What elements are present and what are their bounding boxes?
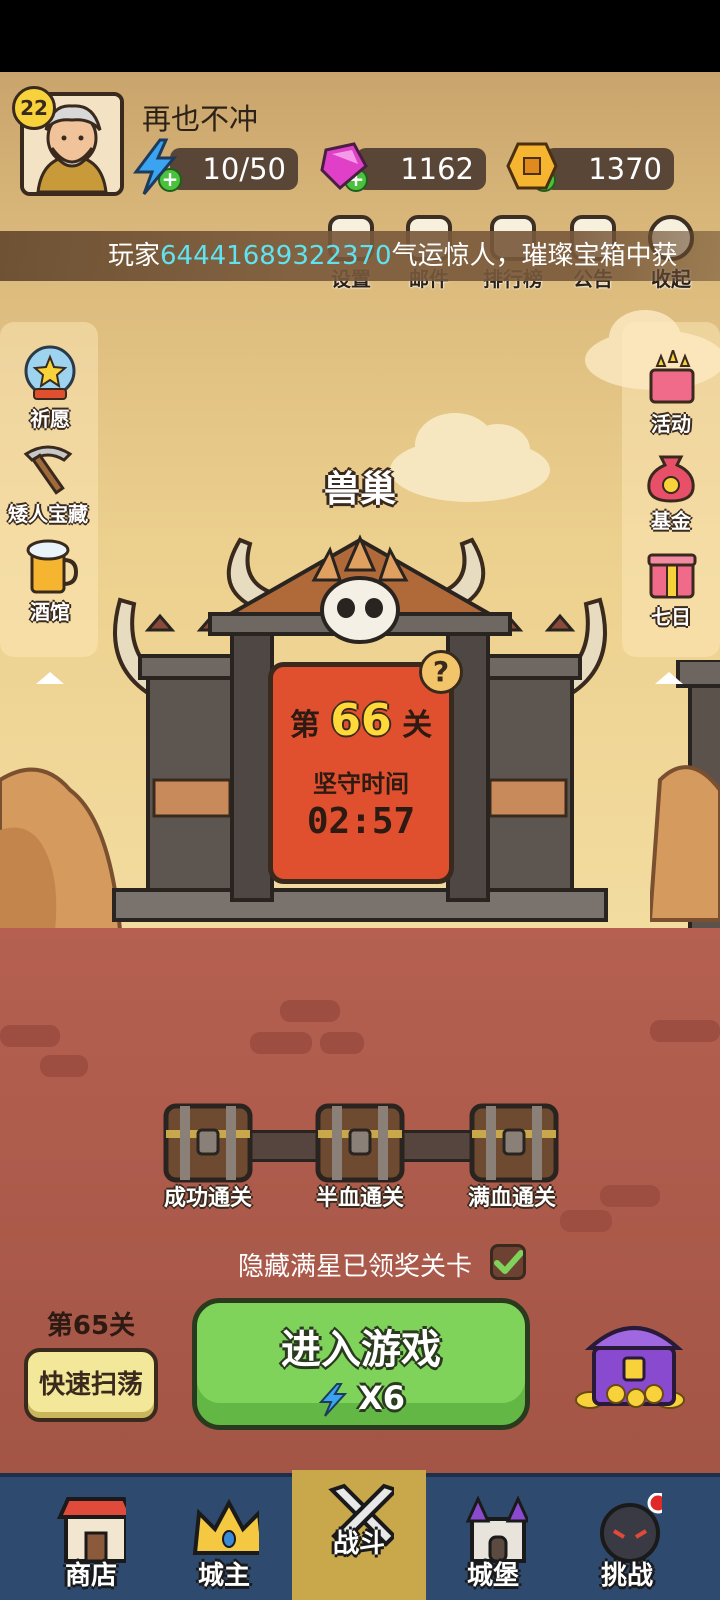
side-item-tavern[interactable]: 酒馆 — [0, 538, 100, 625]
ticker-message: 气运惊人，璀璨宝箱中获 — [391, 241, 678, 271]
gem-counter: 1162 — [356, 148, 486, 190]
beer-mug-icon — [26, 539, 79, 594]
quick-sweep-button[interactable]: 快速扫荡 — [24, 1348, 158, 1422]
broadcast-ticker: 玩家64441689322370气运惊人，璀璨宝箱中获 — [0, 231, 720, 281]
nav-shop[interactable]: 商店 — [24, 1473, 158, 1600]
gift-box-icon — [647, 553, 697, 599]
sweep-level-label: 第65关 — [46, 1311, 136, 1341]
crown-icon — [192, 1498, 266, 1555]
expand-left-arrow-icon[interactable] — [36, 672, 64, 684]
nav-castle[interactable]: 城堡 — [426, 1473, 560, 1600]
gold-counter: 1370 — [544, 148, 674, 190]
ground-brick — [0, 1025, 60, 1047]
hide-claimed-levels-checkbox[interactable] — [490, 1244, 526, 1280]
side-item-event[interactable]: 活动 — [621, 346, 720, 437]
hide-claimed-levels-label: 隐藏满星已领奖关卡 — [238, 1252, 473, 1282]
side-item-wish[interactable]: 祈愿 — [0, 345, 100, 432]
gold-value: 1370 — [588, 152, 662, 186]
player-level-badge: 22 — [12, 86, 56, 130]
enter-game-cost-value: X6 — [358, 1379, 406, 1417]
chest-icon[interactable] — [312, 1100, 408, 1186]
gift-stars-icon — [649, 346, 695, 404]
shop-icon — [56, 1497, 136, 1563]
ground-brick — [560, 1210, 612, 1232]
wish-orb-icon — [24, 345, 76, 400]
nav-lord[interactable]: 城主 — [157, 1473, 291, 1600]
chest-label-clear: 成功通关 — [163, 1186, 252, 1211]
ticker-player-id: 64441689322370 — [160, 241, 392, 271]
player-name: 再也不冲 — [142, 102, 259, 136]
treasure-chest-icon[interactable] — [560, 1308, 700, 1418]
energy-counter: 10/50 — [170, 148, 298, 190]
nav-battle-label: 战斗 — [332, 1529, 385, 1559]
enter-game-label: 进入游戏 — [281, 1327, 441, 1373]
stage-level: 第 66 关 — [273, 695, 449, 746]
enter-game-cost: X6 — [197, 1379, 525, 1418]
stage-level-suffix: 关 — [402, 708, 433, 743]
hold-time-label: 坚守时间 — [313, 770, 409, 798]
ground-brick — [600, 1185, 660, 1207]
status-bar — [0, 0, 720, 72]
chest-label-half-hp: 半血通关 — [315, 1186, 404, 1211]
stage-name: 兽巢 — [323, 469, 396, 510]
side-item-event-label: 活动 — [651, 412, 691, 436]
ground-brick — [280, 1000, 340, 1022]
side-item-seven-days[interactable]: 七日 — [621, 543, 720, 630]
lightning-icon — [133, 138, 178, 195]
ground-brick — [250, 1032, 312, 1054]
ticker-prefix: 玩家 — [108, 241, 161, 271]
bomb-icon — [600, 1492, 669, 1563]
chest-icon[interactable] — [466, 1100, 562, 1186]
help-button[interactable]: ? — [419, 650, 463, 694]
nav-challenge-label: 挑战 — [600, 1561, 653, 1591]
gold-coin-icon — [506, 142, 558, 190]
level-sign-board[interactable]: 第 66 关 坚守时间 02:57 — [268, 662, 454, 884]
ground-brick — [650, 1020, 720, 1042]
nav-lord-label: 城主 — [197, 1561, 250, 1591]
checkmark-icon — [494, 1250, 524, 1274]
nav-castle-label: 城堡 — [466, 1561, 519, 1591]
gem-icon — [320, 142, 368, 191]
side-item-seven-days-label: 七日 — [651, 605, 691, 629]
nav-battle[interactable]: 战斗 — [292, 1470, 426, 1600]
chest-label-full-hp: 满血通关 — [467, 1186, 556, 1211]
ground-brick — [320, 1032, 364, 1054]
expand-right-arrow-icon[interactable] — [655, 672, 683, 684]
chest-icon[interactable] — [160, 1100, 256, 1186]
game-screen: 22 再也不冲 10/50 + 1162 + 1370 + 设置 邮件 排行榜 … — [0, 0, 720, 1600]
lightning-icon — [318, 1383, 348, 1417]
stage-level-number: 66 — [330, 695, 392, 746]
pillar-decoration — [650, 660, 720, 932]
stage-level-prefix: 第 — [289, 708, 320, 743]
hold-time-value: 02:57 — [306, 801, 416, 842]
enter-game-button[interactable]: 进入游戏 X6 — [192, 1298, 530, 1430]
gem-value: 1162 — [400, 152, 474, 186]
nav-shop-label: 商店 — [64, 1561, 117, 1591]
castle-icon — [465, 1495, 531, 1563]
side-item-wish-label: 祈愿 — [30, 407, 70, 431]
nav-challenge[interactable]: 挑战 — [560, 1473, 694, 1600]
side-item-tavern-label: 酒馆 — [30, 600, 70, 624]
ground-brick — [40, 1055, 88, 1077]
energy-value: 10/50 — [202, 152, 286, 186]
